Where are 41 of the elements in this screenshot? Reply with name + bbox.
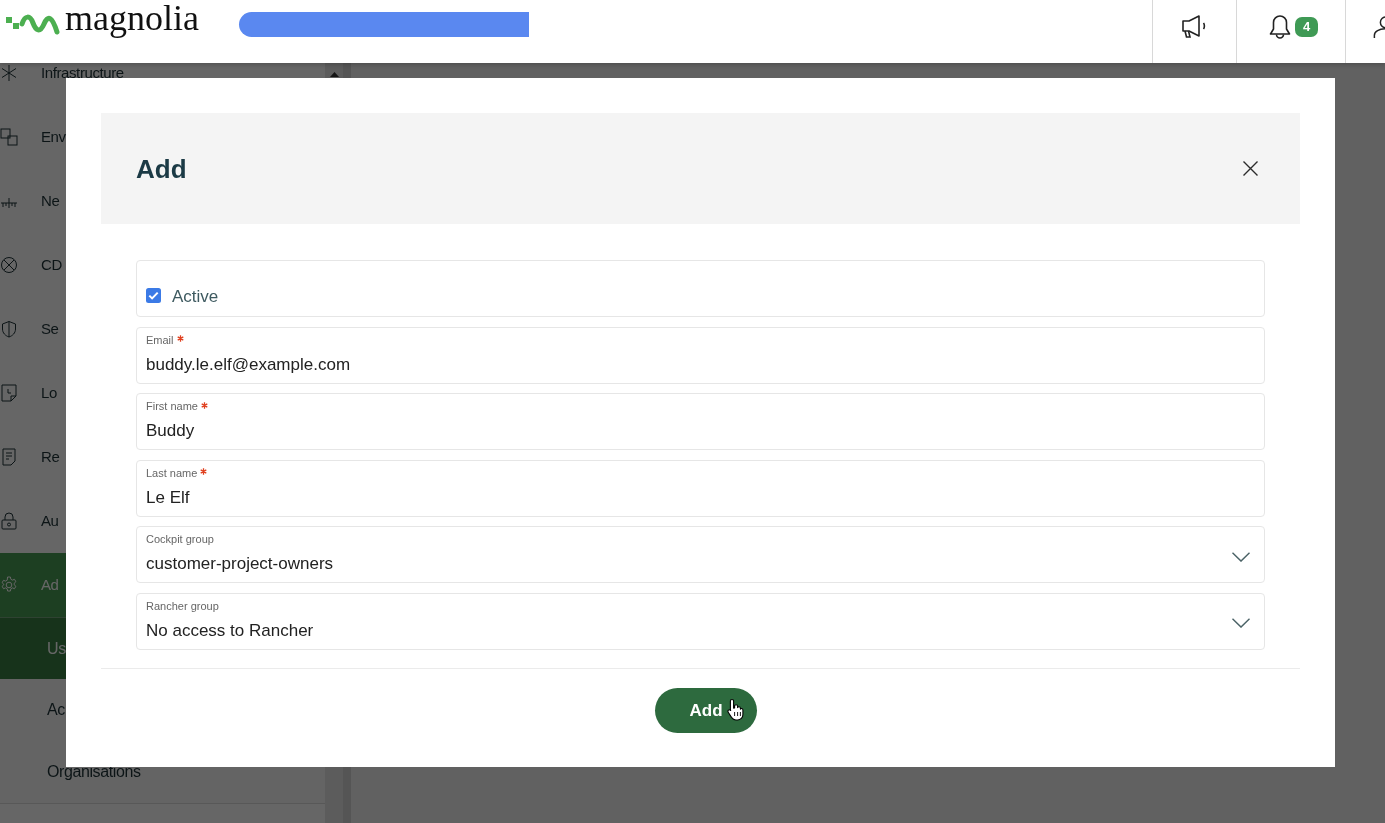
lock-icon [0, 512, 18, 530]
text-field[interactable]: Email buddy.le.elf@example.com [136, 326, 1265, 384]
shield-icon [0, 320, 18, 338]
sidebar-item[interactable]: Lo [41, 385, 57, 401]
sidebar-item[interactable]: Au [41, 513, 59, 529]
asterisk-icon [0, 64, 18, 82]
dropdown[interactable]: Rancher group No access to Rancher [136, 592, 1265, 650]
hand-cursor-icon [727, 697, 744, 721]
chevron-down-icon[interactable] [1232, 618, 1250, 629]
sidebar-item[interactable]: Env [41, 129, 66, 145]
close-icon[interactable] [1243, 161, 1258, 176]
text-input[interactable]: buddy.le.elf@example.com [146, 353, 1255, 376]
checkbox-label[interactable]: Active [172, 285, 219, 308]
gear-icon [0, 576, 18, 594]
text-field[interactable]: Last name Le Elf [136, 459, 1265, 517]
notification-badge: 4 [1295, 17, 1319, 37]
sidebar-item[interactable]: CD [41, 257, 62, 273]
chevron-down-icon[interactable] [1232, 551, 1250, 562]
sidebar-item[interactable]: Se [41, 321, 59, 337]
note-icon [0, 384, 18, 402]
sidebar-subitem[interactable]: Us [47, 639, 66, 658]
sidebar-item[interactable]: Ad [41, 577, 59, 593]
dialog-title: Add [136, 153, 187, 184]
overlapping-squares-icon [0, 128, 18, 146]
text-input[interactable]: Buddy [146, 420, 1255, 443]
checkbox[interactable] [146, 287, 161, 303]
sidebar-item[interactable]: Re [41, 449, 60, 465]
sidebar-subitem[interactable]: Ac [47, 701, 65, 719]
dropdown[interactable]: Cockpit group customer-project-owners [136, 526, 1265, 584]
circle-x-icon [0, 256, 18, 274]
user-icon[interactable] [1373, 14, 1385, 40]
add-button[interactable]: Add [655, 687, 757, 733]
bell-icon[interactable] [1269, 14, 1291, 40]
sidebar-item[interactable]: Infrastructure [41, 65, 124, 81]
text-field[interactable]: First name Buddy [136, 393, 1265, 451]
document-icon [0, 448, 18, 466]
text-input[interactable]: Le Elf [146, 486, 1255, 509]
logo-text[interactable]: magnolia [65, 0, 199, 36]
sidebar-item[interactable]: Ne [41, 193, 60, 209]
scroll-up-arrow-icon[interactable] [329, 72, 339, 77]
sidebar-subitem[interactable]: Organisations [47, 763, 141, 781]
